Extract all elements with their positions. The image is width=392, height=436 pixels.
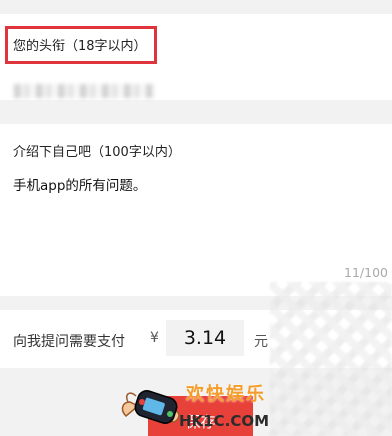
price-input[interactable] xyxy=(166,320,244,356)
intro-char-counter: 11/100 xyxy=(344,265,388,280)
watermark-title: 欢快娱乐 xyxy=(186,384,266,405)
intro-field-label: 介绍下自己吧（100字以内） xyxy=(13,145,181,160)
price-unit-label: 元 xyxy=(254,334,268,350)
price-label: 向我提问需要支付 xyxy=(13,334,125,350)
intro-textarea[interactable]: 手机app的所有问题。 xyxy=(13,174,146,194)
watermark: 欢快娱乐 HK1C.COM xyxy=(116,372,286,436)
mosaic-blur-overlay xyxy=(270,282,392,436)
title-field-value-blurred[interactable] xyxy=(14,84,154,98)
title-field-label: 您的头衔（18字以内） xyxy=(13,39,147,54)
watermark-subtitle: HK1C.COM xyxy=(179,412,270,430)
currency-symbol: ¥ xyxy=(150,330,159,346)
gamepad-hand-icon xyxy=(121,390,180,424)
intro-field-card[interactable]: 介绍下自己吧（100字以内） 手机app的所有问题。 11/100 xyxy=(0,124,392,296)
title-field-card[interactable]: 您的头衔（18字以内） xyxy=(0,14,392,100)
